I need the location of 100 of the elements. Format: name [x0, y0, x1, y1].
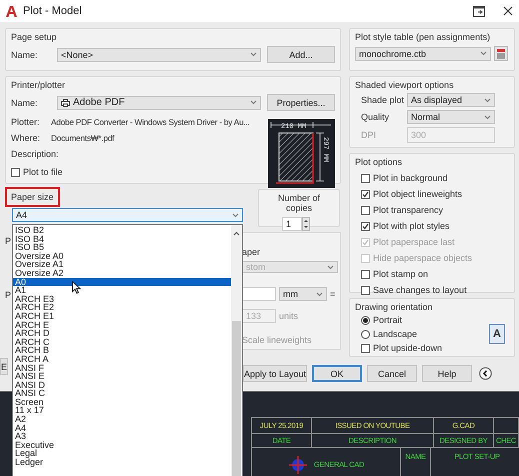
dropdown-option[interactable]: A3 — [13, 432, 231, 441]
dropdown-option[interactable]: ARCH E1 — [13, 312, 231, 321]
group-title: P — [5, 236, 12, 246]
checkbox[interactable] — [361, 206, 370, 214]
field-label: Quality — [361, 112, 390, 122]
dropdown-option[interactable]: ARCH A — [13, 354, 231, 364]
scrollbar[interactable] — [231, 225, 242, 476]
close-icon[interactable] — [503, 6, 513, 16]
dropdown-option[interactable]: ARCH B — [13, 346, 231, 355]
group-title: Number of copies — [276, 193, 322, 213]
checkbox-label: Plot stamp on — [373, 269, 428, 279]
group-title: Shaded viewport options — [355, 80, 455, 90]
dropdown-option[interactable]: Legal — [13, 449, 231, 458]
dialog-button[interactable]: OK — [312, 365, 362, 382]
dropdown-option[interactable]: ISO B5 — [13, 243, 231, 252]
radio-label: Portrait — [373, 315, 402, 325]
dialog-button[interactable]: Apply to Layout — [243, 365, 307, 382]
dropdown-option[interactable]: Ledger — [13, 458, 231, 467]
radio-button[interactable] — [361, 316, 370, 324]
dropdown-option[interactable]: A4 — [13, 424, 231, 432]
printer-select[interactable]: Adobe PDF — [57, 96, 261, 110]
checkbox-label: Plot transparency — [373, 205, 444, 215]
checkbox[interactable] — [361, 174, 370, 182]
dropdown-option[interactable]: Oversize A1 — [13, 260, 231, 269]
option-select[interactable]: As displayed — [407, 93, 495, 107]
dropdown-option[interactable]: A2 — [13, 415, 231, 424]
unit-select[interactable]: mm — [279, 287, 327, 301]
field-label: Shade plot — [361, 95, 406, 105]
dialog-button[interactable]: Help — [422, 365, 472, 382]
dropdown-option[interactable]: A1 — [13, 286, 231, 295]
scroll-up-icon[interactable] — [231, 229, 242, 238]
scale-lineweights-label: Scale lineweights — [242, 335, 313, 345]
sheet-drawing — [276, 132, 314, 184]
group-title: Printer/plotter — [11, 80, 66, 90]
field-label: Name: — [11, 50, 39, 60]
title-block-cell — [493, 417, 519, 434]
group-title: Page setup — [11, 32, 58, 42]
spinner-icon[interactable] — [302, 217, 310, 231]
dropdown-option[interactable]: ANSI D — [13, 380, 231, 390]
page-setup-select[interactable]: <None> — [57, 48, 261, 62]
dropdown-option[interactable]: Oversize A2 — [13, 268, 231, 278]
scale-field[interactable] — [242, 287, 276, 301]
dropdown-option[interactable]: ANSI E — [13, 372, 231, 381]
printer-icon — [61, 98, 70, 106]
dropdown-option[interactable]: ARCH D — [13, 329, 231, 338]
group-title: Plot options — [355, 157, 404, 167]
checkbox[interactable] — [361, 286, 370, 294]
checkbox-label: Plot paperspace last — [373, 237, 455, 247]
edit-table-icon[interactable] — [494, 46, 508, 61]
info-label: Description: — [11, 149, 59, 159]
dropdown-option[interactable]: Oversize A0 — [13, 252, 231, 260]
info-value: Documents₩*.pdf — [51, 133, 114, 143]
field-label: Name: — [11, 98, 39, 108]
info-label: Plotter: — [11, 117, 41, 127]
info-value: Adobe PDF Converter - Windows System Driver - by Au... — [51, 117, 250, 127]
checkbox[interactable] — [361, 190, 370, 198]
dropdown-option[interactable]: ARCH E3 — [13, 294, 231, 304]
equals-sign: = — [330, 289, 336, 299]
dropdown-option[interactable]: ARCH C — [13, 338, 231, 346]
option-select[interactable]: Normal — [407, 110, 495, 124]
checkbox[interactable] — [361, 270, 370, 278]
dropdown-option[interactable]: ARCH E2 — [13, 303, 231, 312]
dropdown-option[interactable]: Screen — [13, 398, 231, 406]
left-button[interactable]: E — [0, 358, 8, 375]
collapse-icon[interactable] — [479, 367, 492, 380]
radio-button[interactable] — [361, 330, 370, 338]
orientation-icon: A — [489, 324, 505, 344]
group-title: Drawing orientation — [355, 302, 434, 312]
checkbox-label: Save changes to layout — [373, 285, 467, 295]
field-label: DPI — [361, 130, 378, 140]
dropdown-option[interactable]: 11 x 17 — [13, 406, 231, 416]
checkbox-label: Plot with plot styles — [373, 221, 450, 231]
dropdown-option[interactable]: A0 — [13, 278, 231, 286]
app-logo-icon — [6, 6, 17, 16]
checkbox-label: Plot to file — [23, 167, 63, 177]
dropdown-option[interactable]: ISO B2 — [13, 226, 231, 235]
dialog-button[interactable]: Cancel — [367, 365, 417, 382]
dropdown-option[interactable]: ARCH E — [13, 320, 231, 330]
dropdown-option[interactable]: Executive — [13, 440, 231, 450]
add-button[interactable]: Add... — [267, 46, 335, 63]
paper-size-select[interactable]: A4 — [12, 208, 243, 222]
dropdown-option[interactable]: ANSI C — [13, 389, 231, 398]
mouse-cursor-icon — [72, 281, 81, 294]
checkbox[interactable] — [361, 222, 370, 230]
paper-size-label: Paper size — [5, 187, 60, 207]
properties-button[interactable]: Properties... — [267, 94, 335, 111]
checkbox-label: Plot in background — [373, 173, 448, 183]
fit-label: aper — [242, 247, 262, 257]
checkbox[interactable] — [361, 344, 370, 352]
window-icon[interactable] — [473, 6, 485, 16]
group-title: P — [5, 290, 12, 300]
plot-style-select[interactable]: monochrome.ctb — [355, 46, 491, 60]
checkbox-label: Hide paperspace objects — [373, 253, 472, 263]
info-label: Where: — [11, 133, 42, 143]
window-title: Plot - Model — [23, 5, 83, 17]
checkbox[interactable] — [11, 168, 20, 176]
checkbox-label: Plot object lineweights — [373, 189, 462, 199]
copies-field[interactable]: 1 — [282, 217, 302, 231]
dropdown-option[interactable]: ISO B4 — [13, 234, 231, 244]
dropdown-option[interactable]: ANSI F — [13, 364, 231, 372]
